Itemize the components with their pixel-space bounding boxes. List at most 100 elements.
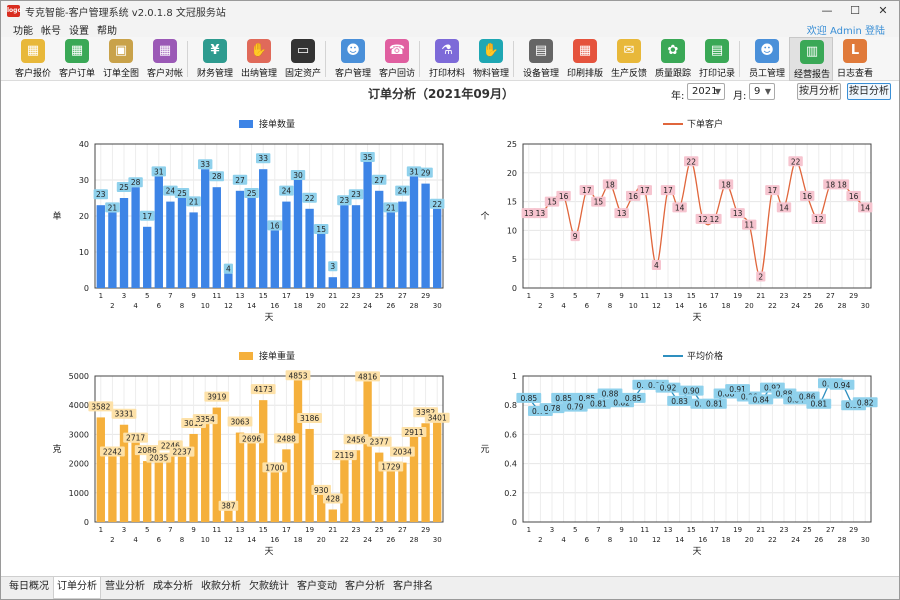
x-tick-label: 4	[561, 302, 566, 310]
menu-help[interactable]: 帮助	[97, 22, 117, 37]
x-tick-label: 27	[826, 526, 835, 534]
tab-5[interactable]: 欠款统计	[245, 577, 293, 599]
staff-icon: ☻	[755, 39, 779, 63]
toolbar-button-log[interactable]: L 日志查看	[833, 37, 877, 81]
toolbar-button-visit[interactable]: ☎ 客户回访	[375, 37, 419, 81]
tab-2[interactable]: 营业分析	[101, 577, 149, 599]
x-tick-label: 11	[212, 292, 221, 300]
bar	[177, 456, 187, 522]
data-label: 31	[409, 167, 419, 176]
data-point-label: 15	[594, 198, 604, 207]
y-tick-label: 0.6	[504, 430, 517, 439]
year-value: 2021	[692, 86, 718, 97]
data-point-label: 16	[628, 192, 638, 201]
x-tick-label: 20	[745, 536, 754, 544]
data-label: 2237	[172, 448, 191, 457]
bar	[108, 212, 117, 288]
data-point-label: 14	[779, 203, 789, 212]
y-tick-label: 0	[512, 518, 517, 527]
quote-icon: ▦	[21, 39, 45, 63]
data-label: 29	[421, 169, 431, 178]
tab-7[interactable]: 客户分析	[341, 577, 389, 599]
data-point-label: 0.82	[857, 398, 874, 407]
tab-1[interactable]: 订单分析	[53, 577, 101, 599]
x-tick-label: 29	[849, 292, 858, 300]
data-point-label: 13	[536, 209, 546, 218]
x-tick-label: 28	[410, 536, 419, 544]
menu-function[interactable]: 功能	[13, 22, 33, 37]
maximize-icon[interactable]: ☐	[841, 2, 869, 19]
x-tick-label: 13	[236, 292, 245, 300]
bar	[351, 205, 361, 288]
toolbar-button-asset[interactable]: ▭ 固定资产	[281, 37, 325, 81]
legend-label: 接单重量	[259, 350, 295, 362]
data-point-label: 0.90	[683, 387, 700, 396]
data-label: 2377	[370, 438, 389, 447]
data-label: 21	[189, 197, 199, 206]
data-label: 2717	[126, 434, 145, 443]
toolbar-button-ledger[interactable]: ▦ 客户对帐	[143, 37, 187, 81]
tab-8[interactable]: 客户排名	[389, 577, 437, 599]
tab-4[interactable]: 收款分析	[197, 577, 245, 599]
x-tick-label: 14	[675, 302, 684, 310]
y-tick-label: 0.4	[504, 460, 517, 469]
bar	[340, 460, 349, 522]
analyze-by-month-button[interactable]: 按月分析	[797, 83, 841, 100]
analyze-by-day-button[interactable]: 按日分析	[847, 83, 891, 100]
month-select[interactable]: 9 ▼	[749, 83, 775, 100]
data-label: 35	[363, 153, 373, 162]
bar	[201, 169, 210, 288]
tab-6[interactable]: 客户变动	[293, 577, 341, 599]
toolbar-button-staff[interactable]: ☻ 员工管理	[745, 37, 789, 81]
x-tick-label: 27	[398, 292, 407, 300]
x-tick-label: 2	[538, 536, 542, 544]
bar	[398, 462, 407, 522]
bar	[235, 190, 245, 288]
x-tick-label: 17	[282, 526, 291, 534]
x-tick-label: 9	[619, 526, 623, 534]
average-price-chart: 平均价格 0 0.2 0.4 0.6 0.8 1 1 2 3 4 5 6 7 8 9 10 11 12 13 14 15 1…	[469, 344, 879, 566]
toolbar-button-glove[interactable]: ✋ 物料管理	[469, 37, 513, 81]
data-label: 3186	[300, 414, 319, 423]
data-point-label: 0.79	[567, 403, 584, 412]
bar	[363, 381, 372, 522]
minimize-icon[interactable]: —	[813, 2, 841, 19]
data-point-label: 0.81	[590, 400, 607, 409]
x-tick-label: 2	[110, 302, 114, 310]
bar	[96, 417, 105, 522]
tab-3[interactable]: 成本分析	[149, 577, 197, 599]
x-tick-label: 6	[585, 302, 590, 310]
menu-settings[interactable]: 设置	[69, 22, 89, 37]
x-tick-label: 27	[398, 526, 407, 534]
x-tick-label: 16	[698, 302, 707, 310]
chart-svg: 接单数量010203040123456789101112131415161718…	[52, 118, 445, 323]
report-icon: ▥	[800, 40, 824, 64]
x-tick-label: 30	[861, 302, 870, 310]
tab-0[interactable]: 每日概况	[5, 577, 53, 599]
x-tick-label: 22	[340, 302, 349, 310]
data-point-label: 16	[802, 192, 812, 201]
bar	[305, 208, 314, 288]
data-label: 2696	[242, 434, 261, 443]
orders-count-chart: 接单数量 0 10 20 30 40 1 2 3 4 5 6 7 8 9 10 11 12 13 14 15 16 17 18…	[41, 112, 451, 332]
y-tick-label: 4000	[69, 401, 89, 410]
toolbar-button-record[interactable]: ▤ 打印记录	[695, 37, 739, 81]
data-label: 2035	[149, 454, 168, 463]
x-tick-label: 10	[201, 302, 210, 310]
bar	[247, 198, 256, 288]
x-tick-label: 19	[733, 526, 742, 534]
menu-account[interactable]: 帐号	[41, 22, 61, 37]
x-tick-label: 1	[527, 526, 531, 534]
data-label: 2456	[346, 435, 365, 444]
x-tick-label: 5	[573, 526, 577, 534]
data-label: 15	[316, 225, 326, 234]
close-icon[interactable]: ✕	[869, 2, 897, 19]
bar	[421, 183, 430, 288]
year-select[interactable]: 2021 ▼	[687, 83, 725, 100]
toolbar-label: 客户对帐	[146, 69, 183, 79]
data-label: 21	[386, 203, 396, 212]
data-label: 3401	[428, 414, 447, 423]
x-tick-label: 17	[710, 292, 719, 300]
data-label: 1729	[381, 463, 400, 472]
data-label: 24	[282, 187, 292, 196]
